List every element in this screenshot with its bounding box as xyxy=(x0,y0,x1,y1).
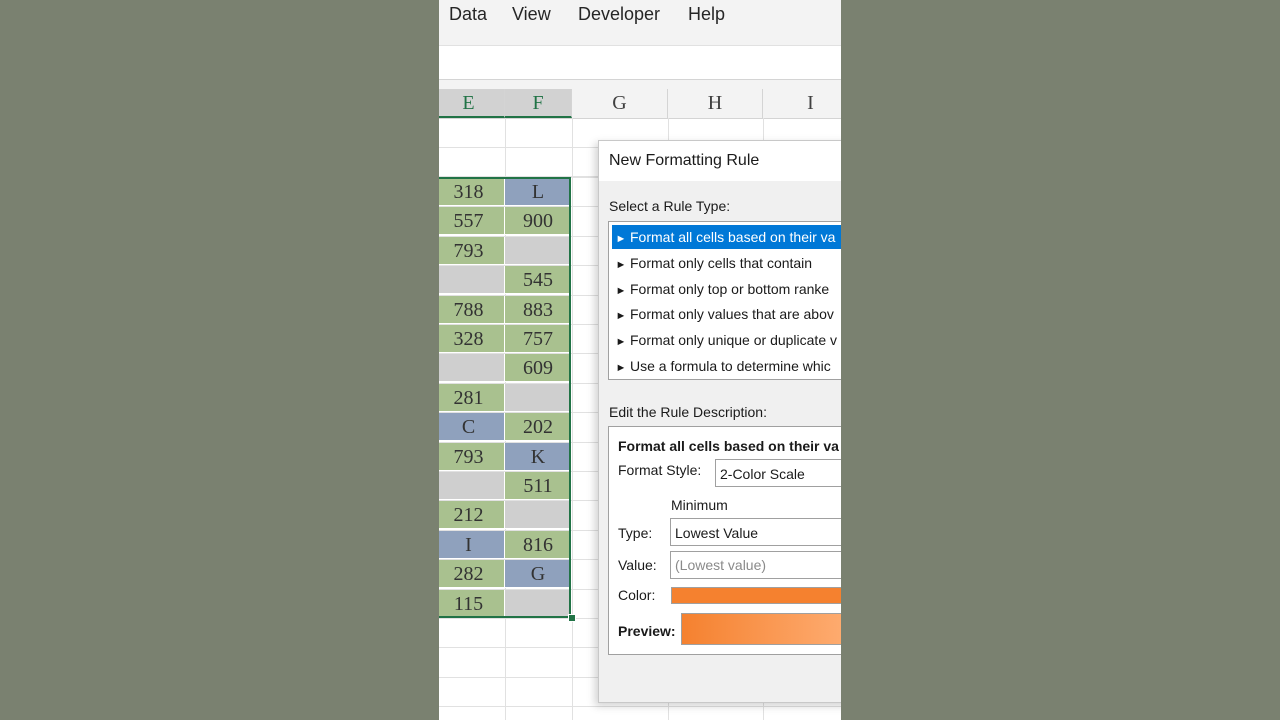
column-headers: E F G H I xyxy=(439,89,841,119)
fill-handle[interactable] xyxy=(568,614,576,622)
formula-bar[interactable] xyxy=(439,46,841,80)
cell-f[interactable]: 202 xyxy=(505,413,572,441)
cell-e[interactable]: I xyxy=(439,531,505,559)
rule-type-item[interactable]: ► Format only cells that contain xyxy=(612,251,841,275)
description-heading: Format all cells based on their va xyxy=(618,438,839,454)
edit-rule-description-label: Edit the Rule Description: xyxy=(609,404,767,420)
rule-type-item[interactable]: ► Use a formula to determine whic xyxy=(612,354,841,378)
column-header-g[interactable]: G xyxy=(572,89,668,118)
cell-f[interactable] xyxy=(505,590,572,618)
rule-type-list[interactable]: ► Format all cells based on their va ► For… xyxy=(608,221,841,380)
cell-e[interactable]: 328 xyxy=(439,325,505,353)
cell-e[interactable]: 318 xyxy=(439,178,505,206)
cell-f[interactable]: 883 xyxy=(505,296,572,324)
cell-e[interactable]: 557 xyxy=(439,207,505,235)
rule-type-label: Format only cells that contain xyxy=(630,255,813,271)
rule-arrow-icon: ► xyxy=(615,362,627,374)
value-label: Value: xyxy=(618,557,657,573)
cell-e[interactable] xyxy=(439,266,505,294)
cell-f[interactable] xyxy=(505,501,572,529)
cell-e[interactable]: 793 xyxy=(439,237,505,265)
dialog-titlebar[interactable]: New Formatting Rule xyxy=(599,141,841,181)
color-label: Color: xyxy=(618,587,656,603)
menu-data[interactable]: Data xyxy=(449,4,487,25)
column-header-e[interactable]: E xyxy=(439,89,505,118)
rule-arrow-icon: ► xyxy=(615,336,627,348)
cell-f[interactable]: K xyxy=(505,443,572,471)
dialog-title: New Formatting Rule xyxy=(609,152,760,169)
preview-gradient xyxy=(681,613,841,645)
select-rule-type-label: Select a Rule Type: xyxy=(609,198,731,214)
cell-f[interactable]: 511 xyxy=(505,472,572,500)
cell-e[interactable]: 281 xyxy=(439,384,505,412)
rule-type-label: Format only unique or duplicate v xyxy=(630,332,837,348)
cell-e[interactable]: 282 xyxy=(439,560,505,588)
type-label: Type: xyxy=(618,525,653,541)
grid-separator xyxy=(439,80,841,89)
excel-window: Data View Developer Help E F G H I 318 L 5… xyxy=(439,0,841,720)
rule-arrow-icon: ► xyxy=(615,310,627,322)
preview-label: Preview: xyxy=(618,623,676,639)
rule-description-panel: Format all cells based on their va Forma… xyxy=(608,426,841,655)
rule-type-label: Format all cells based on their va xyxy=(630,229,836,245)
cell-f[interactable]: 545 xyxy=(505,266,572,294)
rule-arrow-icon: ► xyxy=(615,233,627,245)
color-picker[interactable] xyxy=(671,587,841,604)
column-header-h[interactable]: H xyxy=(668,89,763,118)
column-header-i[interactable]: I xyxy=(763,89,841,118)
cell-e[interactable]: 212 xyxy=(439,501,505,529)
gridline xyxy=(439,706,841,707)
rule-type-label: Format only values that are abov xyxy=(630,306,834,322)
cell-f[interactable]: 900 xyxy=(505,207,572,235)
cell-f[interactable] xyxy=(505,237,572,265)
cell-f[interactable]: 757 xyxy=(505,325,572,353)
rule-arrow-icon: ► xyxy=(615,259,627,271)
new-formatting-rule-dialog: New Formatting Rule Select a Rule Type: … xyxy=(598,140,841,703)
rule-type-item[interactable]: ► Format only top or bottom ranke xyxy=(612,277,841,301)
format-style-label: Format Style: xyxy=(618,462,702,478)
cell-f[interactable]: 816 xyxy=(505,531,572,559)
cell-f[interactable]: L xyxy=(505,178,572,206)
cell-e[interactable] xyxy=(439,354,505,382)
cell-e[interactable] xyxy=(439,472,505,500)
menu-help[interactable]: Help xyxy=(688,4,725,25)
cell-f[interactable]: G xyxy=(505,560,572,588)
menu-view[interactable]: View xyxy=(512,4,551,25)
ribbon-menu-bar: Data View Developer Help xyxy=(439,0,841,46)
rule-type-item[interactable]: ► Format all cells based on their va xyxy=(612,225,841,249)
rule-arrow-icon: ► xyxy=(615,285,627,297)
rule-type-item[interactable]: ► Format only unique or duplicate v xyxy=(612,328,841,352)
format-style-dropdown[interactable]: 2-Color Scale xyxy=(715,459,841,487)
cell-e[interactable]: C xyxy=(439,413,505,441)
minimum-label: Minimum xyxy=(671,497,728,513)
cell-f[interactable]: 609 xyxy=(505,354,572,382)
menu-developer[interactable]: Developer xyxy=(578,4,660,25)
cell-e[interactable]: 788 xyxy=(439,296,505,324)
type-dropdown[interactable]: Lowest Value xyxy=(670,518,841,546)
value-input[interactable]: (Lowest value) xyxy=(670,551,841,579)
rule-type-item[interactable]: ► Format only values that are abov xyxy=(612,302,841,326)
cell-e[interactable]: 115 xyxy=(439,590,505,618)
cell-f[interactable] xyxy=(505,384,572,412)
column-header-f[interactable]: F xyxy=(505,89,572,118)
cell-e[interactable]: 793 xyxy=(439,443,505,471)
rule-type-label: Format only top or bottom ranke xyxy=(630,281,830,297)
gridline xyxy=(572,118,573,720)
rule-type-label: Use a formula to determine whic xyxy=(630,358,831,374)
